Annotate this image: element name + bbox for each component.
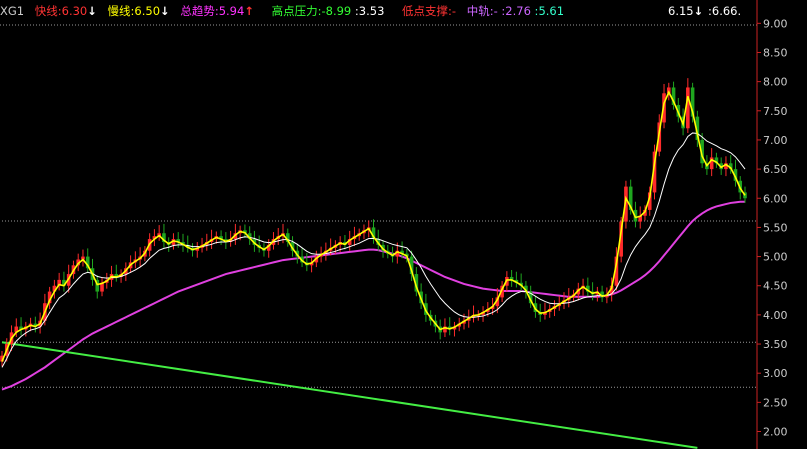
down-arrow-icon: ↓ <box>160 4 170 18</box>
high-pressure-sep: : <box>351 4 359 18</box>
high-pressure-label: 高点压力:- <box>271 4 326 18</box>
y-tick-label: 3.00 <box>763 367 788 380</box>
y-tick-label: 5.00 <box>763 251 788 264</box>
high-pressure-value1: 8.99 <box>325 4 352 18</box>
right-value-1: 6.15↓ <box>668 4 704 18</box>
indicator-legend: XG1 快线:6.30↓ 慢线:6.50↓ 总趋势:5.94↑ 高点压力:-8.… <box>0 2 757 20</box>
trend-value: 5.94 <box>218 4 245 18</box>
up-arrow-icon: ↑ <box>244 4 254 18</box>
down-arrow-icon: ↓ <box>693 4 704 18</box>
y-tick-label: 8.00 <box>763 76 788 89</box>
price-chart[interactable]: 9.00 8.50 8.00 7.50 7.00 6.50 6.00 5.50 5.00 4.50… <box>0 0 807 449</box>
fast-line-label: 快线: <box>34 4 62 18</box>
slow-line-label: 慢线: <box>107 4 135 18</box>
indicator-name: XG1 <box>0 4 25 18</box>
mid-band-value1: 2.76 <box>505 4 531 18</box>
y-tick-label: 8.50 <box>763 46 788 59</box>
y-tick-label: 5.50 <box>763 221 788 234</box>
support-line <box>1 341 698 449</box>
high-pressure-value2: 3.53 <box>358 4 385 18</box>
low-support-label: 低点支撑:- <box>402 4 457 18</box>
y-tick-label: 3.50 <box>763 338 788 351</box>
y-tick-label: 7.50 <box>763 105 788 118</box>
grid-layer <box>0 24 757 388</box>
y-axis: 9.00 8.50 8.00 7.50 7.00 6.50 6.00 5.50 5.00 4.50… <box>756 0 788 449</box>
y-tick-label: 4.00 <box>763 309 788 322</box>
slow-line-value: 6.50 <box>134 4 161 18</box>
y-tick-label: 9.00 <box>763 17 788 30</box>
y-tick-label: 6.50 <box>763 163 788 176</box>
fast-line-value: 6.30 <box>61 4 88 18</box>
y-tick-label: 2.50 <box>763 396 788 409</box>
y-tick-label: 2.00 <box>763 426 788 439</box>
chart-window: 9.00 8.50 8.00 7.50 7.00 6.50 6.00 5.50 5.00 4.50… <box>0 0 807 449</box>
y-tick-label: 7.00 <box>763 134 788 147</box>
down-arrow-icon: ↓ <box>87 4 97 18</box>
right-value-2: :6.66. <box>708 4 742 18</box>
mid-band-label: 中轨:- <box>466 4 498 18</box>
y-tick-label: 6.00 <box>763 192 788 205</box>
y-tick-label: 4.50 <box>763 280 788 293</box>
trend-label: 总趋势: <box>180 4 219 18</box>
mid-band-value2: 5.61 <box>538 4 565 18</box>
